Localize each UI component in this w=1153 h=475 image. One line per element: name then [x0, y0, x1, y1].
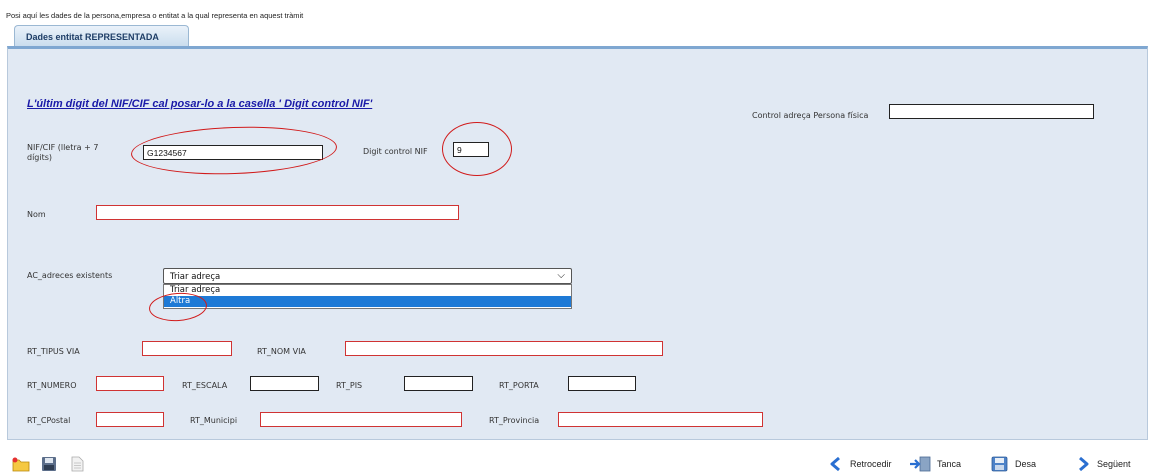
annotation-oval-digit: [442, 122, 512, 176]
control-adreca-label: Control adreça Persona física: [752, 111, 869, 120]
nif-help-link[interactable]: L'últim digit del NIF/CIF cal posar-lo a…: [27, 98, 372, 110]
tanca-button[interactable]: Tanca: [909, 455, 961, 473]
nom-via-label: RT_NOM VIA: [257, 347, 306, 356]
seguent-button[interactable]: Següent: [1075, 455, 1131, 473]
intro-text: Posi aquí les dades de la persona,empres…: [6, 11, 304, 20]
escala-input[interactable]: [250, 376, 319, 391]
control-adreca-input[interactable]: [889, 104, 1094, 119]
retrocedir-label: Retrocedir: [850, 459, 892, 469]
option-altra[interactable]: Altra: [164, 296, 571, 307]
arrow-right-icon: [1079, 456, 1089, 472]
arrow-left-icon: [830, 456, 840, 472]
provincia-input[interactable]: [558, 412, 763, 427]
chevron-down-icon: ⌵: [557, 270, 565, 281]
option-triar-adreca[interactable]: Triar adreça: [164, 285, 571, 296]
pis-input[interactable]: [404, 376, 473, 391]
cpostal-label: RT_CPostal: [27, 416, 71, 425]
porta-label: RT_PORTA: [499, 381, 539, 390]
cpostal-input[interactable]: [96, 412, 164, 427]
digit-control-label: Digit control NIF: [363, 147, 428, 156]
numero-input[interactable]: [96, 376, 164, 391]
desa-button[interactable]: Desa: [991, 455, 1036, 473]
porta-input[interactable]: [568, 376, 636, 391]
numero-label: RT_NUMERO: [27, 381, 77, 390]
provincia-label: RT_Provincia: [489, 416, 540, 425]
cropped-header-banner: [0, 0, 1153, 8]
nif-label-line1: NIF/CIF (lletra + 7: [27, 143, 99, 152]
document-icon[interactable]: [68, 456, 86, 472]
nom-via-input[interactable]: [345, 341, 663, 356]
adreces-label: AC_adreces existents: [27, 271, 113, 280]
municipi-input[interactable]: [260, 412, 462, 427]
nom-input[interactable]: [96, 205, 459, 220]
retrocedir-button[interactable]: Retrocedir: [828, 455, 892, 473]
nom-label: Nom: [27, 210, 46, 219]
exit-door-icon: [910, 456, 931, 472]
municipi-label: RT_Municipi: [190, 416, 238, 425]
pis-label: RT_PIS: [336, 381, 363, 390]
tanca-label: Tanca: [937, 459, 962, 469]
footer-toolbar: [0, 451, 1153, 475]
floppy-disk-icon: [991, 456, 1008, 472]
adreces-selected-value: Triar adreça: [170, 272, 221, 282]
save-disk-icon[interactable]: [40, 456, 58, 472]
new-folder-icon[interactable]: [12, 456, 30, 472]
seguent-label: Següent: [1097, 459, 1131, 469]
adreces-dropdown: Triar adreça Altra: [163, 284, 572, 309]
escala-label: RT_ESCALA: [182, 381, 228, 390]
desa-label: Desa: [1015, 459, 1037, 469]
tab-dades-entitat[interactable]: Dades entitat REPRESENTADA: [14, 25, 189, 47]
nif-label-line2: dígits): [27, 153, 53, 162]
tipus-via-input[interactable]: [142, 341, 232, 356]
adreces-select[interactable]: Triar adreça ⌵: [163, 268, 572, 284]
nif-label: NIF/CIF (lletra + 7 dígits): [27, 143, 98, 163]
tipus-via-label: RT_TIPUS VIA: [27, 347, 80, 356]
